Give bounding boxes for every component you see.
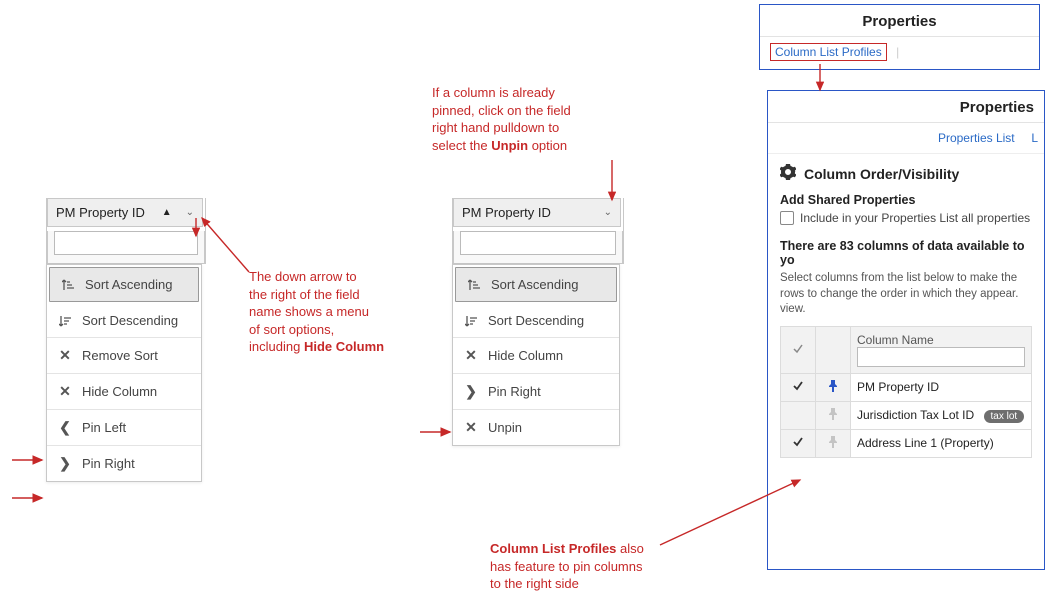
annotation-arrows-layer [0, 0, 1045, 606]
